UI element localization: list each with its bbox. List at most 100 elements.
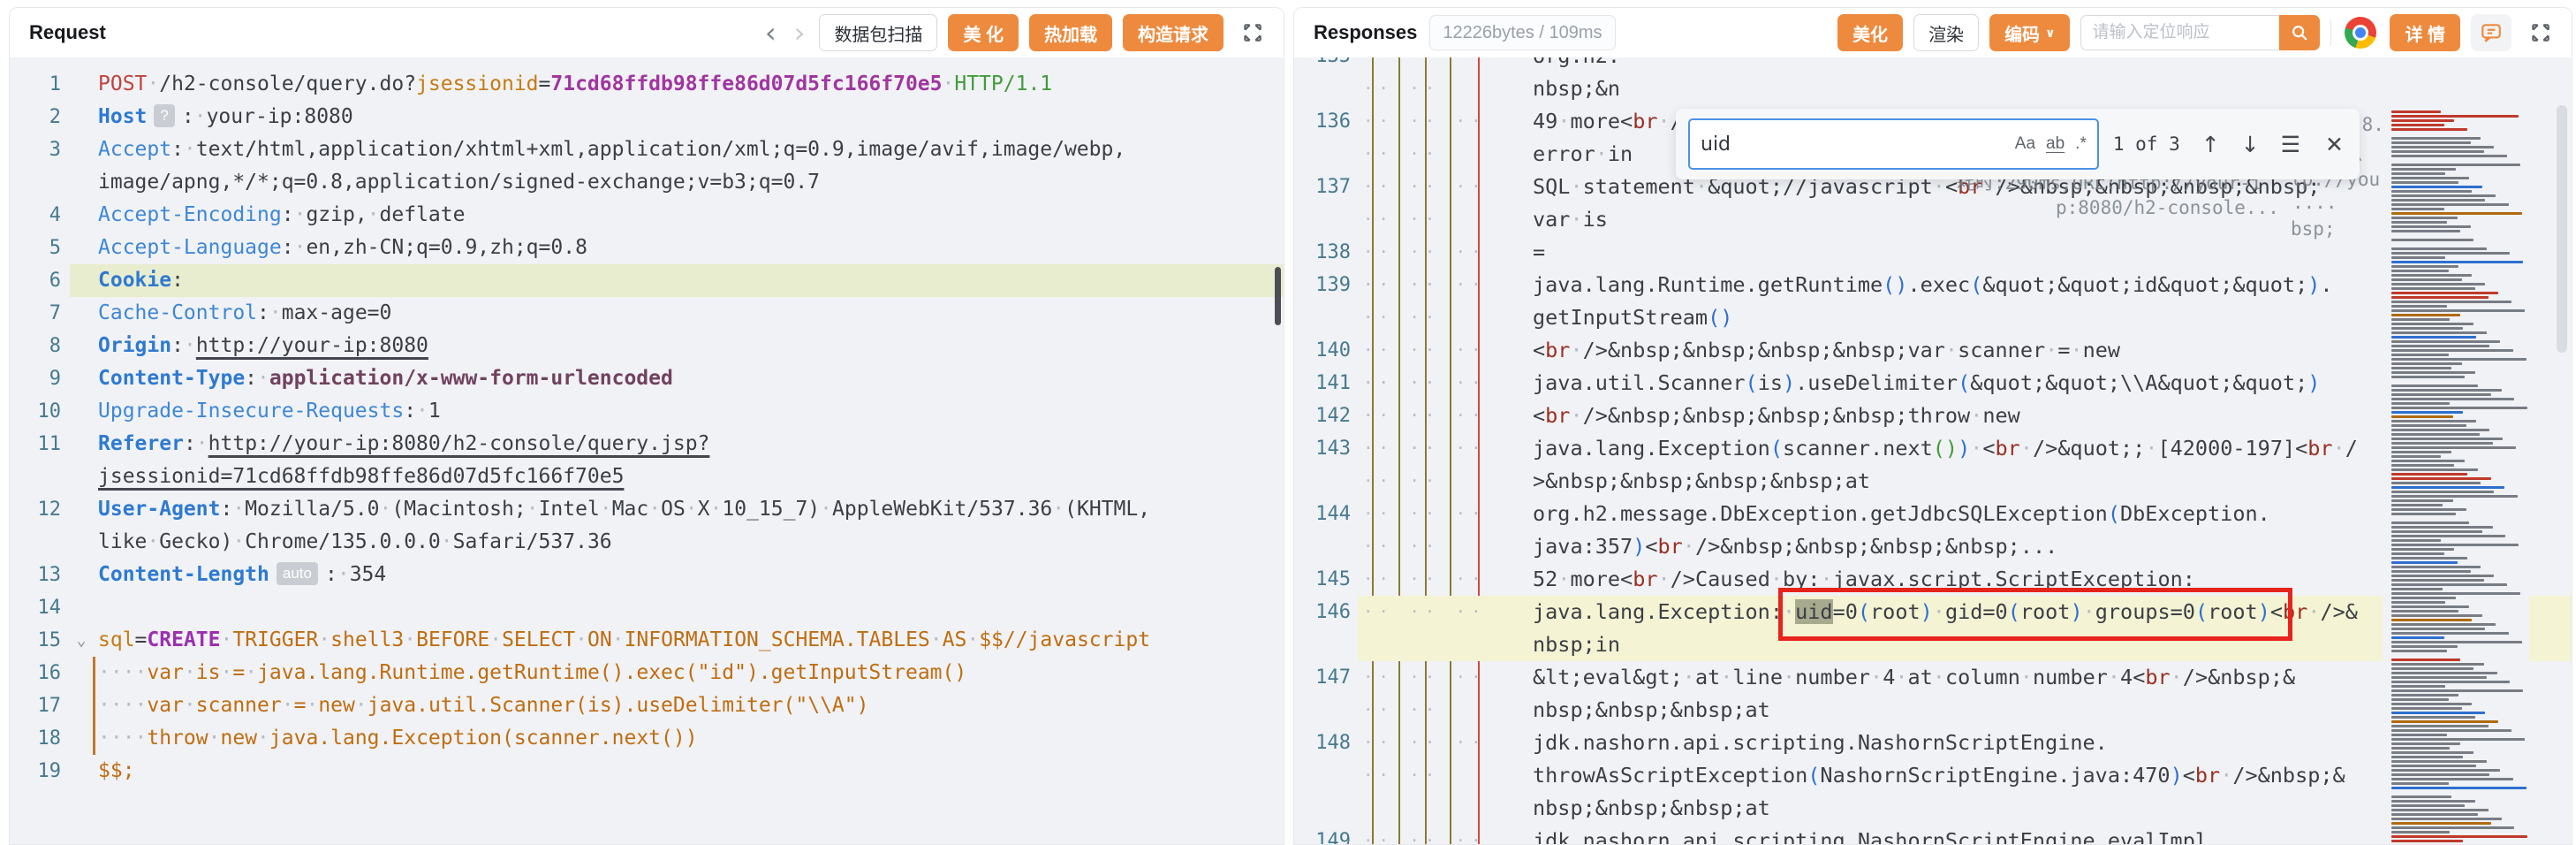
history-next-button[interactable]: › (791, 19, 809, 47)
code-line-text: Content-Type:·application/x-www-form-url… (93, 362, 1284, 395)
minimap[interactable] (2383, 105, 2529, 844)
request-editor[interactable]: 1 POST·/h2-console/query.do?jsessionid=71… (10, 57, 1284, 844)
fold-gutter (70, 166, 93, 199)
fold-gutter (70, 68, 93, 101)
line-number: 140 (1294, 334, 1358, 367)
code-line-text: jsessionid=71cd68ffdb98ffe86d07d5fc166f7… (93, 461, 1284, 493)
line-number (1294, 759, 1358, 792)
chrome-icon[interactable] (2342, 14, 2379, 51)
match-case-icon[interactable]: Aa (2015, 134, 2035, 154)
response-header: Responses 12226bytes / 109ms 美化 渲染 编码 ∨ (1294, 8, 2572, 57)
line-number: 15 (10, 624, 70, 657)
fold-chevron-icon[interactable]: ⌄ (70, 624, 93, 657)
code-line-text: ····throw·new·java.lang.Exception(scanne… (93, 722, 1284, 755)
code-row: nbsp;&nbsp;&nbsp;at (1294, 694, 2572, 727)
code-row: 11Referer:·http://your-ip:8080/h2-consol… (10, 428, 1284, 461)
request-scrollbar-thumb[interactable] (1275, 267, 1281, 325)
code-row: 17 ····var·scanner·=·new·java.util.Scanne… (10, 689, 1284, 722)
line-number: 148 (1294, 727, 1358, 759)
code-line-text: Cookie: (93, 264, 1284, 297)
code-line-text: POST·/h2-console/query.do?jsessionid=71c… (93, 68, 1284, 101)
code-line-text: Referer:·http://your-ip:8080/h2-console/… (93, 428, 1284, 461)
line-number (1294, 694, 1358, 727)
line-number: 6 (10, 264, 70, 297)
line-number: 16 (10, 657, 70, 689)
search-icon[interactable] (2279, 15, 2320, 50)
code-row: 14 (10, 591, 1284, 624)
line-number (10, 461, 70, 493)
response-panel: Responses 12226bytes / 109ms 美化 渲染 编码 ∨ (1293, 7, 2572, 845)
code-row: 2Host?:·your-ip:8080 (10, 101, 1284, 133)
code-row: 1 POST·/h2-console/query.do?jsessionid=71… (10, 68, 1284, 101)
request-title: Request (29, 21, 106, 44)
fold-gutter (70, 461, 93, 493)
line-number: 1 (10, 68, 70, 101)
indent-guides: ·· ·· ·· ·· ·· (1358, 563, 1524, 596)
code-row: 148·· ·· ·· ·· ··jdk.nashorn.api.scripti… (1294, 727, 2572, 759)
find-prev-icon[interactable]: ↑ (2201, 132, 2220, 157)
find-next-icon[interactable]: ↓ (2241, 132, 2260, 157)
indent-guides: ·· ·· ·· ·· ·· (1358, 596, 1524, 628)
locate-response-input[interactable] (2080, 15, 2279, 50)
code-row: 12User-Agent:·Mozilla/5.0·(Macintosh;·In… (10, 493, 1284, 526)
code-row: nbsp;&nbsp;&nbsp;at (1294, 792, 2572, 825)
hot-reload-button[interactable]: 热加载 (1029, 14, 1112, 51)
code-line-text: nbsp;&n (1524, 72, 2572, 105)
code-row: 6 Cookie: (10, 264, 1284, 297)
code-row: getInputStream() (1294, 301, 2572, 334)
response-editor[interactable]: 135·· ·· ·· ·· ··org.h2.nbsp;&n136·· ·· … (1294, 57, 2572, 844)
code-line-text: org.h2. (1524, 57, 2572, 72)
line-number: 3 (10, 133, 70, 166)
find-input[interactable] (1690, 133, 2015, 156)
packet-scan-button[interactable]: 数据包扫描 (819, 14, 937, 51)
comment-icon[interactable] (2471, 14, 2512, 51)
find-menu-icon[interactable]: ☰ (2281, 132, 2300, 157)
encode-dropdown[interactable]: 编码 ∨ (1989, 14, 2070, 51)
fold-gutter (70, 689, 93, 722)
whole-word-icon[interactable]: ab (2046, 134, 2065, 154)
indent-guides: ·· ·· ·· ·· ·· (1358, 334, 1524, 367)
code-row: 140·· ·· ·· ·· ··<br·/>&nbsp;&nbsp;&nbsp… (1294, 334, 2572, 367)
history-prev-button[interactable]: ‹ (761, 19, 780, 47)
code-line-text: Content-Lengthauto:·354 (93, 559, 1284, 591)
line-number: 149 (1294, 825, 1358, 844)
response-render-button[interactable]: 渲染 (1913, 14, 1979, 51)
fold-gutter (70, 657, 93, 689)
beautify-button[interactable]: 美 化 (948, 14, 1019, 51)
line-number: 8 (10, 330, 70, 362)
code-line-text: User-Agent:·Mozilla/5.0·(Macintosh;·Inte… (93, 493, 1284, 526)
fold-gutter (70, 526, 93, 559)
fold-gutter (70, 297, 93, 330)
line-number: 144 (1294, 498, 1358, 530)
code-row: nbsp;in (1294, 628, 2572, 661)
line-number: 138 (1294, 236, 1358, 269)
code-line-text (93, 591, 1284, 624)
response-scrollbar-thumb[interactable] (2557, 105, 2567, 353)
fullscreen-icon[interactable] (1234, 14, 1271, 51)
divider (2330, 19, 2331, 46)
request-header: Request ‹ › 数据包扫描 美 化 热加载 构造请求 (10, 8, 1284, 57)
find-match-count: 1 of 3 (2113, 133, 2180, 155)
code-line-text: like·Gecko)·Chrome/135.0.0.0·Safari/537.… (93, 526, 1284, 559)
line-number: 17 (10, 689, 70, 722)
code-row: 15⌄sql=CREATE·TRIGGER·shell3·BEFORE·SELE… (10, 624, 1284, 657)
indent-guides (1358, 203, 1524, 236)
details-button[interactable]: 详 情 (2390, 14, 2460, 51)
line-number (1294, 138, 1358, 171)
indent-guides (1358, 138, 1524, 171)
indent-guides: ·· ·· ·· ·· ·· (1358, 432, 1524, 465)
construct-request-button[interactable]: 构造请求 (1123, 14, 1224, 51)
fold-gutter (70, 101, 93, 133)
response-beautify-button[interactable]: 美化 (1837, 14, 1903, 51)
code-line-text: ····var·scanner·=·new·java.util.Scanner(… (93, 689, 1284, 722)
indent-guides: ·· ·· ·· ·· ·· (1358, 498, 1524, 530)
response-stats-badge: 12226bytes / 109ms (1429, 15, 1615, 50)
fullscreen-icon[interactable] (2522, 14, 2559, 51)
close-icon[interactable]: ✕ (2325, 132, 2344, 157)
regex-icon[interactable]: .* (2075, 134, 2087, 154)
find-input-box: Aa ab .* (1688, 118, 2099, 170)
code-row: 135·· ·· ·· ·· ··org.h2. (1294, 57, 2572, 72)
line-number (10, 166, 70, 199)
line-number (10, 526, 70, 559)
line-number: 5 (10, 232, 70, 264)
